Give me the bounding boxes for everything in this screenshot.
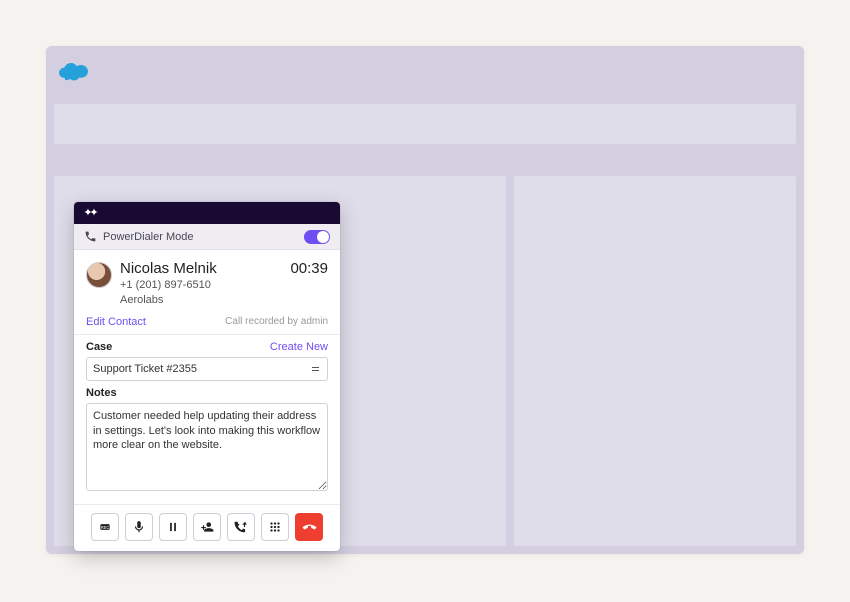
dialer-titlebar (74, 202, 340, 224)
call-recorded-label: Call recorded by admin (225, 316, 328, 327)
svg-text:REC: REC (101, 524, 110, 529)
call-timer: 00:39 (290, 260, 328, 277)
record-button[interactable]: REC (91, 513, 119, 541)
crm-topbar (46, 46, 804, 100)
contact-company: Aerolabs (120, 293, 290, 308)
crm-column-right (514, 176, 796, 546)
case-section: Case Create New Support Ticket #2355 Not… (74, 335, 340, 504)
powerdialer-mode-bar: PowerDialer Mode (74, 224, 340, 250)
transfer-icon (234, 520, 248, 534)
transfer-button[interactable] (227, 513, 255, 541)
contact-phone: +1 (201) 897-6510 (120, 278, 290, 293)
dialpad-icon (268, 520, 282, 534)
hold-button[interactable] (159, 513, 187, 541)
case-create-new-link[interactable]: Create New (270, 341, 328, 353)
add-participant-button[interactable] (193, 513, 221, 541)
add-person-icon (200, 520, 214, 534)
notes-label: Notes (86, 387, 328, 399)
notes-textarea[interactable] (86, 403, 328, 491)
dialpad-button[interactable] (261, 513, 289, 541)
pause-icon (166, 520, 180, 534)
powerdialer-toggle[interactable] (304, 230, 330, 244)
dialer-widget: PowerDialer Mode Nicolas Melnik +1 (201)… (74, 202, 340, 551)
edit-contact-link[interactable]: Edit Contact (86, 316, 146, 328)
contact-block: Nicolas Melnik +1 (201) 897-6510 Aerolab… (74, 250, 340, 335)
avatar (86, 262, 112, 288)
crm-subheader (54, 104, 796, 144)
case-select[interactable]: Support Ticket #2355 (86, 357, 328, 381)
record-icon: REC (98, 520, 112, 534)
contact-name: Nicolas Melnik (120, 260, 290, 278)
hangup-icon (302, 519, 317, 534)
cloud-icon (56, 61, 92, 85)
phone-settings-icon (84, 230, 97, 243)
mode-label: PowerDialer Mode (103, 231, 193, 243)
case-label: Case (86, 341, 112, 353)
dialpad-logo-icon (82, 206, 100, 221)
call-controls: REC (74, 504, 340, 551)
end-call-button[interactable] (295, 513, 323, 541)
mic-icon (132, 520, 146, 534)
mute-button[interactable] (125, 513, 153, 541)
